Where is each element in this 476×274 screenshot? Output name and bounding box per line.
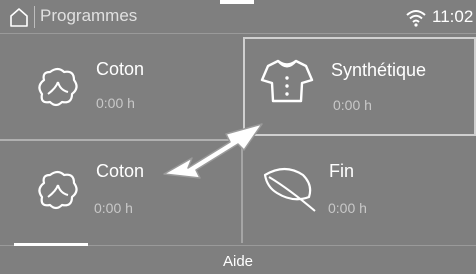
program-name: Coton <box>96 161 145 181</box>
footer-bar: Aide <box>0 243 476 274</box>
divider <box>34 6 35 28</box>
help-button[interactable]: Aide <box>0 253 476 270</box>
page-title: Programmes <box>40 6 138 25</box>
program-name: Synthétique <box>331 60 427 80</box>
program-duration: 0:00 h <box>333 97 372 113</box>
program-duration: 0:00 h <box>96 95 135 111</box>
program-tile-fin[interactable]: Fin 0:00 h <box>243 141 476 243</box>
shirt-icon <box>260 59 314 103</box>
cotton-icon <box>38 67 78 107</box>
program-tile-synthetique[interactable]: Synthétique 0:00 h <box>243 37 476 136</box>
page-indicator <box>14 243 88 246</box>
home-icon[interactable] <box>8 6 30 28</box>
wifi-icon <box>406 10 426 27</box>
program-duration: 0:00 h <box>94 200 133 216</box>
clock: 11:02 <box>432 7 474 26</box>
cotton-icon <box>38 170 78 210</box>
status-bar: Programmes 11:02 <box>0 0 476 34</box>
program-duration: 0:00 h <box>328 200 367 216</box>
program-name: Fin <box>329 161 355 181</box>
program-name: Coton <box>96 59 145 79</box>
feather-icon <box>263 167 316 212</box>
swap-arrow-icon <box>163 123 263 179</box>
top-handle[interactable] <box>220 0 254 4</box>
